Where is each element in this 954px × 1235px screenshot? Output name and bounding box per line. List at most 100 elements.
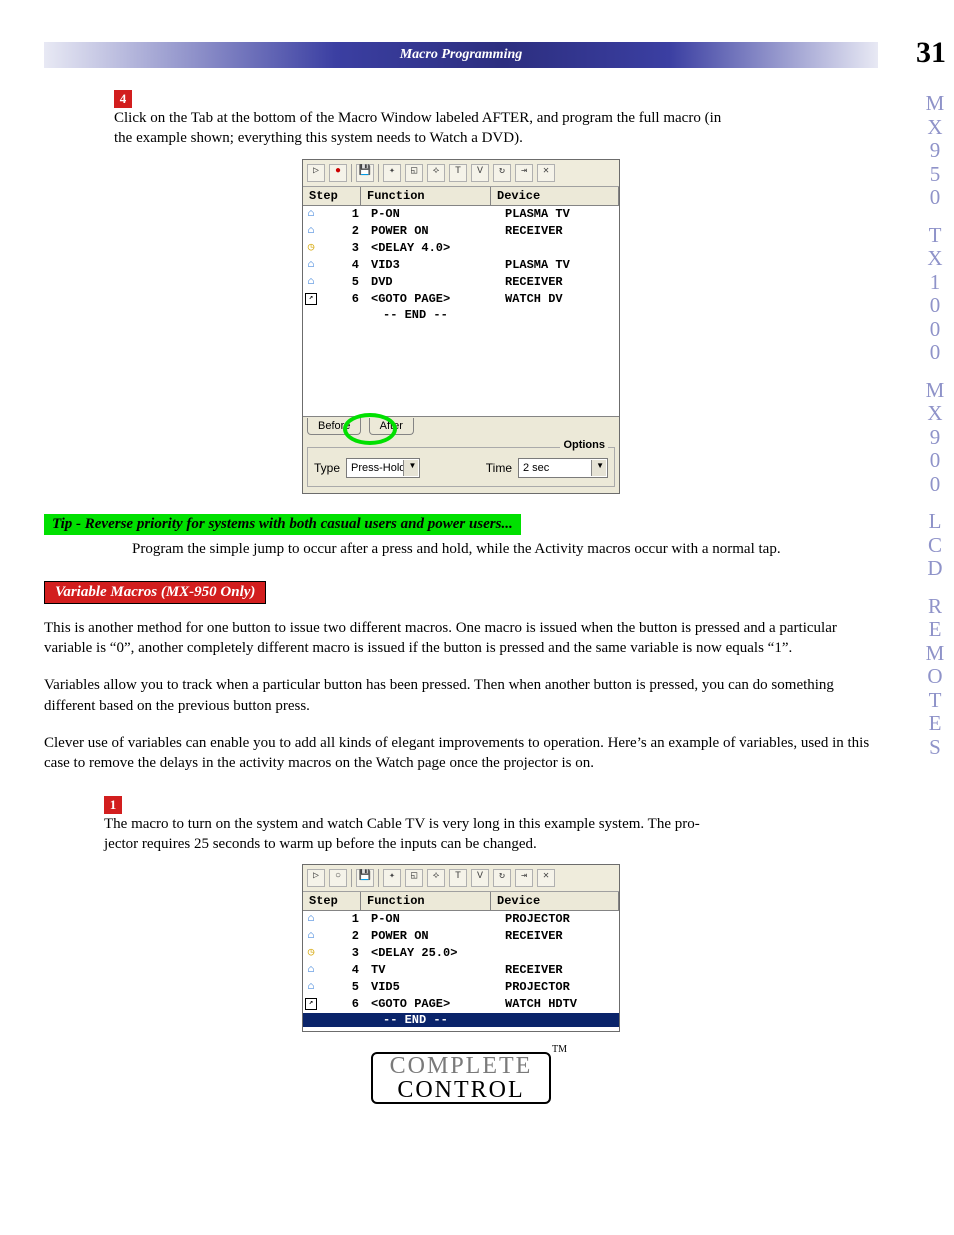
macro-row[interactable]: ⌂2POWER ONRECEIVER xyxy=(303,928,619,945)
row-device: RECEIVER xyxy=(501,223,619,240)
save-icon[interactable]: 💾 xyxy=(356,164,374,182)
col-step[interactable]: Step xyxy=(303,892,361,910)
tool-icon[interactable]: ⟡ xyxy=(427,164,445,182)
save-icon[interactable]: 💾 xyxy=(356,869,374,887)
tab-after[interactable]: After xyxy=(369,418,414,435)
side-product-label: MX950 TX1000 MX900 LCD REMOTES xyxy=(924,92,946,759)
row-device: PLASMA TV xyxy=(501,257,619,274)
tool-icon[interactable]: ⇥ xyxy=(515,869,533,887)
ir-icon: ⌂ xyxy=(303,274,319,291)
row-function: POWER ON xyxy=(367,223,501,240)
ir-icon: ⌂ xyxy=(303,911,319,928)
tab-before[interactable]: Before xyxy=(307,418,361,435)
ir-icon: ⌂ xyxy=(303,979,319,996)
col-device[interactable]: Device xyxy=(491,892,619,910)
logo-line1: COMPLETE xyxy=(379,1054,543,1078)
row-function: P-ON xyxy=(367,911,501,928)
col-step[interactable]: Step xyxy=(303,187,361,205)
row-step: 4 xyxy=(319,257,367,274)
type-label: Type xyxy=(314,461,340,475)
row-device: RECEIVER xyxy=(501,928,619,945)
row-step: 5 xyxy=(319,979,367,996)
time-combo[interactable]: 2 sec xyxy=(518,458,608,478)
tip-title: Tip - Reverse priority for systems with … xyxy=(44,514,521,535)
macro-window-1: ▷ ● 💾 ✦ ◱ ⟡ T V ↻ ⇥ ✕ Step Function Devi… xyxy=(302,159,620,494)
macro-row[interactable]: ⌂4TVRECEIVER xyxy=(303,962,619,979)
end-row[interactable]: -- END -- xyxy=(303,308,619,322)
tool-icon[interactable]: ✦ xyxy=(383,164,401,182)
row-device: RECEIVER xyxy=(501,962,619,979)
macro-row[interactable]: ◷3<DELAY 4.0> xyxy=(303,240,619,257)
step1b-line1: The macro to turn on the system and watc… xyxy=(104,816,700,832)
tool-icon[interactable]: ↻ xyxy=(493,869,511,887)
row-device: WATCH HDTV xyxy=(501,996,619,1013)
ir-icon: ⌂ xyxy=(303,223,319,240)
end-row[interactable]: -- END -- xyxy=(303,1013,619,1027)
tool-icon[interactable]: ◱ xyxy=(405,869,423,887)
variable-icon[interactable]: V xyxy=(471,164,489,182)
macro-row[interactable]: ⌂5DVDRECEIVER xyxy=(303,274,619,291)
row-function: <DELAY 4.0> xyxy=(367,240,501,257)
type-combo[interactable]: Press-Hold xyxy=(346,458,420,478)
macro1-toolbar: ▷ ● 💾 ✦ ◱ ⟡ T V ↻ ⇥ ✕ xyxy=(303,160,619,187)
delay-icon: ◷ xyxy=(303,945,319,962)
play-icon[interactable]: ▷ xyxy=(307,869,325,887)
tool-icon[interactable]: ⟡ xyxy=(427,869,445,887)
row-step: 1 xyxy=(319,206,367,223)
col-device[interactable]: Device xyxy=(491,187,619,205)
macro2-columns: Step Function Device xyxy=(303,892,619,911)
row-function: <GOTO PAGE> xyxy=(367,291,501,308)
record-icon[interactable]: ○ xyxy=(329,869,347,887)
page-number: 31 xyxy=(916,36,946,70)
row-function: TV xyxy=(367,962,501,979)
delete-icon[interactable]: ✕ xyxy=(537,164,555,182)
macro-row[interactable]: ⌂2POWER ONRECEIVER xyxy=(303,223,619,240)
row-function: DVD xyxy=(367,274,501,291)
text-icon[interactable]: T xyxy=(449,164,467,182)
macro2-toolbar: ▷ ○ 💾 ✦ ◱ ⟡ T V ↻ ⇥ ✕ xyxy=(303,865,619,892)
toolbar-separator xyxy=(378,164,379,182)
tool-icon[interactable]: ⇥ xyxy=(515,164,533,182)
delete-icon[interactable]: ✕ xyxy=(537,869,555,887)
row-step: 2 xyxy=(319,223,367,240)
toolbar-separator xyxy=(351,164,352,182)
col-function[interactable]: Function xyxy=(361,892,491,910)
header-title: Macro Programming xyxy=(44,42,878,68)
tip-body: Program the simple jump to occur after a… xyxy=(132,539,878,559)
jump-icon: ↗ xyxy=(305,293,317,305)
macro-row[interactable]: ⌂1P-ONPROJECTOR xyxy=(303,911,619,928)
macro-row[interactable]: ⌂5VID5PROJECTOR xyxy=(303,979,619,996)
macro-row[interactable]: ⌂4VID3PLASMA TV xyxy=(303,257,619,274)
macro1-columns: Step Function Device xyxy=(303,187,619,206)
col-function[interactable]: Function xyxy=(361,187,491,205)
cursor-icon[interactable]: ▷ xyxy=(307,164,325,182)
trademark: TM xyxy=(552,1044,567,1055)
options-group: Options Type Press-Hold Time 2 sec xyxy=(307,447,615,487)
row-function: P-ON xyxy=(367,206,501,223)
options-legend: Options xyxy=(560,439,608,451)
toolbar-separator xyxy=(378,869,379,887)
tool-icon[interactable]: ✦ xyxy=(383,869,401,887)
row-device: PROJECTOR xyxy=(501,979,619,996)
variable-icon[interactable]: V xyxy=(471,869,489,887)
footer-logo: TM COMPLETE CONTROL xyxy=(371,1052,551,1104)
row-step: 4 xyxy=(319,962,367,979)
row-step: 3 xyxy=(319,240,367,257)
row-function: <DELAY 25.0> xyxy=(367,945,501,962)
macro-row[interactable]: ↗6<GOTO PAGE>WATCH DV xyxy=(303,291,619,308)
macro1-grid[interactable]: ⌂1P-ONPLASMA TV⌂2POWER ONRECEIVER◷3<DELA… xyxy=(303,206,619,416)
macro2-grid[interactable]: ⌂1P-ONPROJECTOR⌂2POWER ONRECEIVER◷3<DELA… xyxy=(303,911,619,1031)
tool-icon[interactable]: ◱ xyxy=(405,164,423,182)
jump-icon: ↗ xyxy=(305,998,317,1010)
row-function: VID3 xyxy=(367,257,501,274)
record-icon[interactable]: ● xyxy=(329,164,347,182)
row-step: 6 xyxy=(319,291,367,308)
row-step: 6 xyxy=(319,996,367,1013)
macro-row[interactable]: ↗6<GOTO PAGE>WATCH HDTV xyxy=(303,996,619,1013)
ir-icon: ⌂ xyxy=(303,962,319,979)
macro-row[interactable]: ⌂1P-ONPLASMA TV xyxy=(303,206,619,223)
tool-icon[interactable]: ↻ xyxy=(493,164,511,182)
text-icon[interactable]: T xyxy=(449,869,467,887)
macro-row[interactable]: ◷3<DELAY 25.0> xyxy=(303,945,619,962)
row-step: 2 xyxy=(319,928,367,945)
